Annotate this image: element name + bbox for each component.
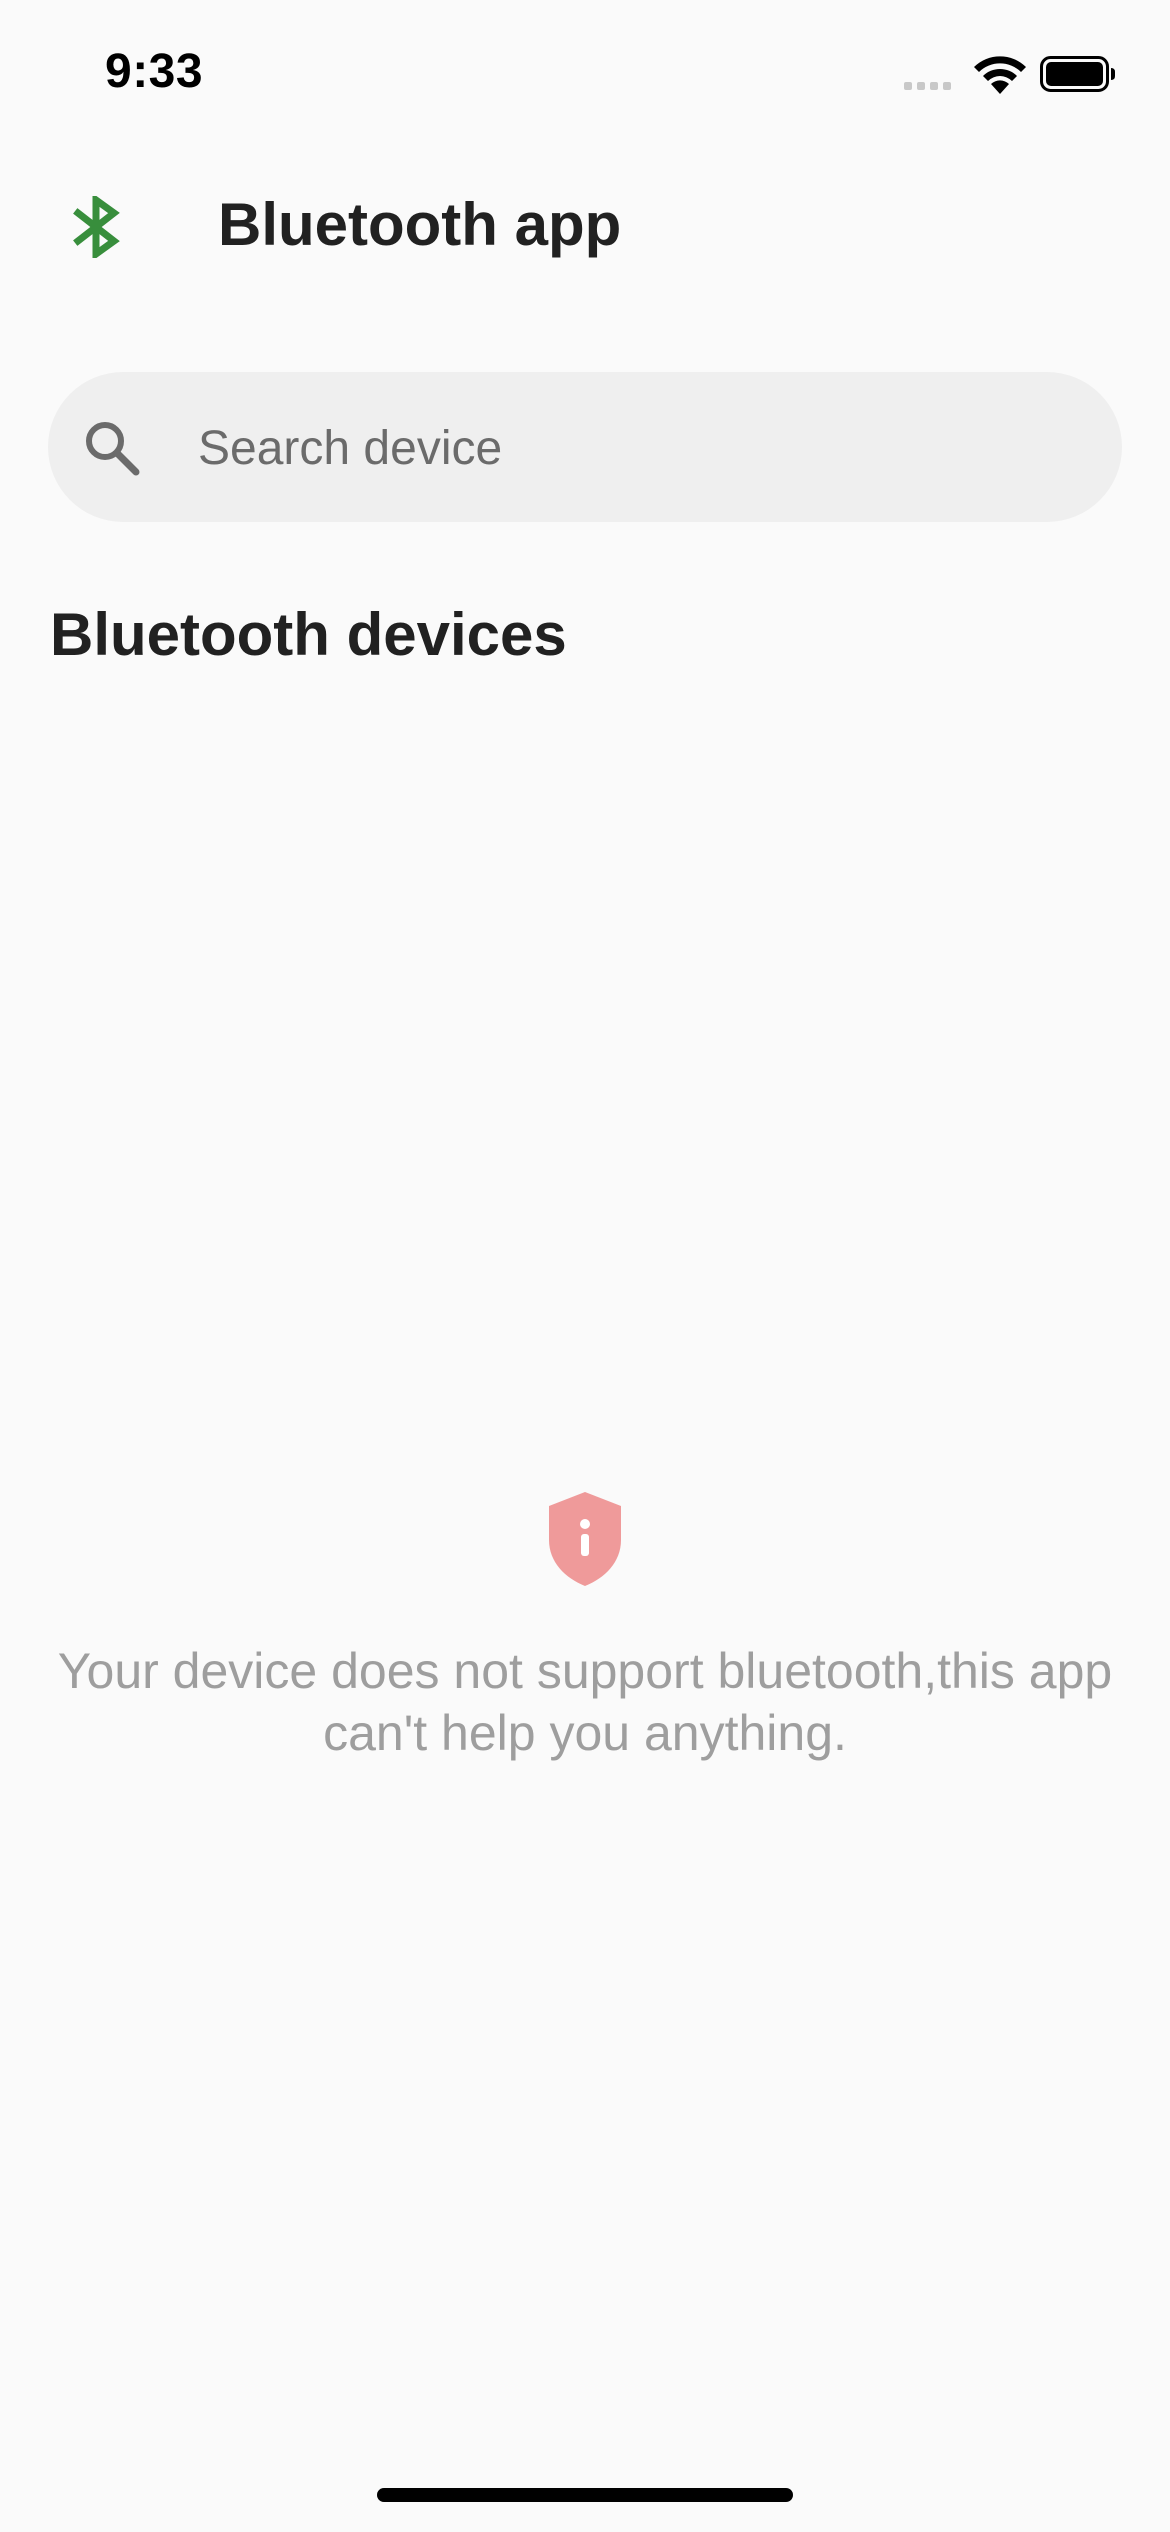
battery-icon: [1040, 56, 1115, 92]
status-bar: 9:33: [0, 0, 1170, 150]
shield-info-icon: [549, 1492, 621, 1586]
search-icon: [86, 422, 140, 476]
cellular-signal-icon: [904, 82, 951, 90]
search-input[interactable]: [198, 410, 1078, 486]
bluetooth-icon: [73, 196, 120, 258]
empty-state-message: Your device does not support bluetooth,t…: [57, 1643, 1113, 1761]
app-bar: Bluetooth app: [0, 170, 1170, 280]
home-indicator[interactable]: [377, 2488, 793, 2502]
section-heading: Bluetooth devices: [50, 601, 567, 668]
wifi-icon: [974, 56, 1026, 94]
app-title: Bluetooth app: [218, 191, 622, 258]
status-time: 9:33: [105, 45, 204, 98]
